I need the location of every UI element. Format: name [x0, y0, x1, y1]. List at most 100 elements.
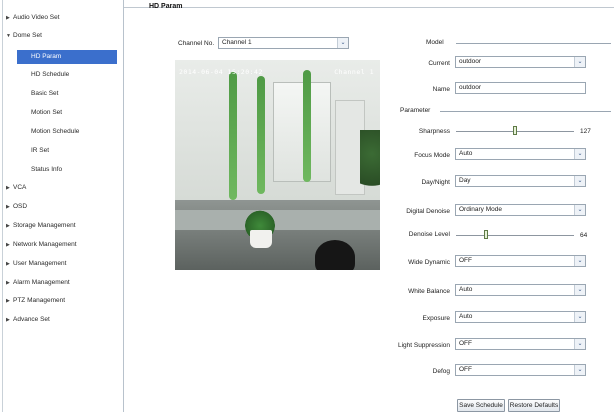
sidebar-subitem-motion-set[interactable]: Motion Set [17, 106, 117, 120]
triangle-right-icon: ▶ [6, 280, 10, 286]
wide-dynamic-select-value: OFF [459, 257, 472, 264]
video-plant [229, 72, 237, 200]
chevron-down-icon: ⌄ [574, 57, 585, 67]
sidebar-item-label: Audio Video Set [13, 14, 60, 21]
sidebar-item-label: PTZ Management [13, 297, 66, 304]
sidebar-subitem-hd-param[interactable]: HD Param [17, 50, 117, 64]
sidebar-item-label: Network Management [13, 241, 77, 248]
light-suppression-label: Light Suppression [397, 342, 450, 349]
sidebar-item-label: Dome Set [13, 32, 42, 39]
sidebar-subitem-hd-schedule[interactable]: HD Schedule [17, 68, 117, 82]
sidebar-item-advance-set[interactable]: ▶ Advance Set [6, 313, 50, 327]
chevron-down-icon: ⌄ [574, 176, 585, 186]
sidebar-item-vca[interactable]: ▶ VCA [6, 181, 26, 195]
digital-denoise-select-value: Ordinary Mode [459, 206, 502, 213]
white-balance-label: White Balance [408, 288, 450, 295]
sidebar-item-label: Storage Management [13, 222, 76, 229]
restore-defaults-button[interactable]: Restore Defaults [508, 399, 560, 412]
denoise-level-slider-thumb[interactable] [483, 230, 488, 239]
sidebar-item-label: OSD [13, 203, 28, 210]
name-input[interactable]: outdoor [455, 82, 586, 94]
denoise-level-label: Denoise Level [408, 231, 450, 238]
osd-timestamp: 2014-06-04 15:20:42 [179, 68, 263, 76]
video-person [315, 240, 355, 270]
sidebar: ▶ Audio Video Set ▼ Dome Set HD Param HD S… [0, 0, 124, 412]
video-preview[interactable]: 2014-06-04 15:20:42 Channel 1 [175, 60, 380, 270]
chevron-down-icon: ⌄ [574, 365, 585, 375]
sidebar-subitem-basic-set[interactable]: Basic Set [17, 87, 117, 101]
sharpness-value: 127 [580, 128, 591, 135]
sharpness-label: Sharpness [418, 128, 450, 135]
wide-dynamic-label: Wide Dynamic [408, 259, 450, 266]
white-balance-select[interactable]: Auto ⌄ [455, 284, 586, 296]
main-panel: HD Param Channel No. Channel 1 ⌄ 2014-06… [124, 0, 614, 412]
video-pot [250, 230, 272, 248]
channel-select[interactable]: Channel 1 ⌄ [218, 37, 349, 49]
sharpness-slider-thumb[interactable] [512, 126, 517, 135]
light-suppression-select-value: OFF [459, 340, 472, 347]
triangle-right-icon: ▶ [6, 204, 10, 210]
day-night-label: Day/Night [421, 179, 450, 186]
section-divider [440, 111, 611, 112]
sidebar-item-label: Alarm Management [13, 279, 70, 286]
save-schedule-button[interactable]: Save Schedule [457, 399, 505, 412]
white-balance-select-value: Auto [459, 286, 473, 293]
digital-denoise-select[interactable]: Ordinary Mode ⌄ [455, 204, 586, 216]
defog-label: Defog [432, 368, 450, 375]
name-label: Name [432, 86, 450, 93]
light-suppression-select[interactable]: OFF ⌄ [455, 338, 586, 350]
chevron-down-icon: ⌄ [337, 38, 348, 48]
triangle-right-icon: ▶ [6, 261, 10, 267]
chevron-down-icon: ⌄ [574, 256, 585, 266]
sidebar-item-audio-video-set[interactable]: ▶ Audio Video Set [6, 11, 60, 25]
triangle-down-icon: ▼ [6, 33, 11, 39]
denoise-level-slider-track[interactable] [456, 235, 574, 236]
channel-label: Channel No. [178, 40, 215, 47]
triangle-right-icon: ▶ [6, 223, 10, 229]
video-plant [303, 70, 311, 182]
defog-select[interactable]: OFF ⌄ [455, 364, 586, 376]
sidebar-item-dome-set[interactable]: ▼ Dome Set [6, 29, 42, 43]
triangle-right-icon: ▶ [6, 185, 10, 191]
triangle-right-icon: ▶ [6, 317, 10, 323]
sidebar-subitem-status-info[interactable]: Status Info [17, 163, 117, 177]
chevron-down-icon: ⌄ [574, 339, 585, 349]
day-night-select[interactable]: Day ⌄ [455, 175, 586, 187]
chevron-down-icon: ⌄ [574, 205, 585, 215]
focus-mode-select-value: Auto [459, 150, 473, 157]
channel-select-value: Channel 1 [222, 39, 252, 46]
parameter-section-label: Parameter [400, 107, 431, 114]
sidebar-subitem-motion-schedule[interactable]: Motion Schedule [17, 125, 117, 139]
chevron-down-icon: ⌄ [574, 285, 585, 295]
defog-select-value: OFF [459, 366, 472, 373]
sidebar-item-storage-management[interactable]: ▶ Storage Management [6, 219, 76, 233]
sidebar-item-label: Advance Set [13, 316, 50, 323]
page-title: HD Param [149, 3, 183, 10]
wide-dynamic-select[interactable]: OFF ⌄ [455, 255, 586, 267]
sidebar-item-label: VCA [13, 184, 27, 191]
day-night-select-value: Day [459, 177, 471, 184]
triangle-right-icon: ▶ [6, 242, 10, 248]
exposure-label: Exposure [422, 315, 450, 322]
current-select-value: outdoor [459, 58, 482, 65]
video-plant [257, 76, 265, 194]
triangle-right-icon: ▶ [6, 15, 10, 21]
exposure-select-value: Auto [459, 313, 473, 320]
sidebar-item-alarm-management[interactable]: ▶ Alarm Management [6, 276, 70, 290]
sidebar-item-ptz-management[interactable]: ▶ PTZ Management [6, 294, 65, 308]
sidebar-item-user-management[interactable]: ▶ User Management [6, 257, 66, 271]
sidebar-item-osd[interactable]: ▶ OSD [6, 200, 27, 214]
current-select[interactable]: outdoor ⌄ [455, 56, 586, 68]
exposure-select[interactable]: Auto ⌄ [455, 311, 586, 323]
section-divider [456, 43, 611, 44]
focus-mode-label: Focus Mode [414, 152, 450, 159]
chevron-down-icon: ⌄ [574, 312, 585, 322]
chevron-down-icon: ⌄ [574, 149, 585, 159]
top-strip [124, 0, 614, 8]
digital-denoise-label: Digital Denoise [406, 208, 450, 215]
sidebar-subitem-ir-set[interactable]: IR Set [17, 144, 117, 158]
video-tree [360, 130, 380, 210]
current-label: Current [428, 60, 450, 67]
focus-mode-select[interactable]: Auto ⌄ [455, 148, 586, 160]
sidebar-item-network-management[interactable]: ▶ Network Management [6, 238, 77, 252]
